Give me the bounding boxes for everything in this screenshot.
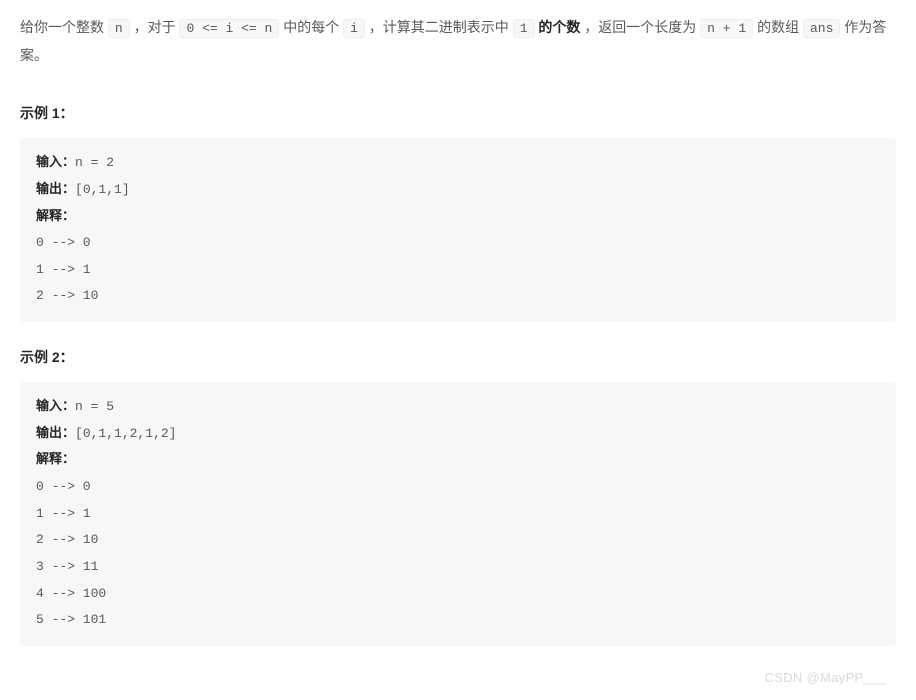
example-2-block: 输入：n = 5 输出：[0,1,1,2,1,2] 解释： 0 --> 0 1 … [20,382,896,646]
statement-text: ，对于 [134,19,180,35]
example-2-output: [0,1,1,2,1,2] [75,426,176,441]
label-input: 输入： [36,399,75,414]
example-1-explain-label: 解释： [36,204,880,231]
inline-code-i: i [343,19,365,38]
statement-text: 给你一个整数 [20,19,108,35]
example-1-input-row: 输入：n = 2 [36,150,880,177]
statement-text: 的数组 [757,19,803,35]
inline-code-n: n [108,19,130,38]
problem-statement: 给你一个整数 n ，对于 0 <= i <= n 中的每个 i ，计算其二进制表… [20,14,896,68]
example-2-input-row: 输入：n = 5 [36,394,880,421]
example-2-explain-label: 解释： [36,447,880,474]
inline-code-range: 0 <= i <= n [179,19,279,38]
inline-code-nplus1: n + 1 [700,19,753,38]
inline-code-one: 1 [513,19,535,38]
watermark: CSDN @MayPP___ [765,670,886,685]
example-2-output-row: 输出：[0,1,1,2,1,2] [36,421,880,448]
label-output: 输出： [36,182,75,197]
example-1-block: 输入：n = 2 输出：[0,1,1] 解释： 0 --> 0 1 --> 1 … [20,138,896,322]
example-1-explain-lines: 0 --> 0 1 --> 1 2 --> 10 [36,230,880,310]
label-explain: 解释： [36,209,75,224]
statement-text: ，返回一个长度为 [584,19,700,35]
statement-text: ，计算其二进制表示中 [369,19,513,35]
statement-text: 中的每个 [283,19,343,35]
example-2-title: 示例 2： [20,347,896,367]
example-1-output-row: 输出：[0,1,1] [36,177,880,204]
statement-bold: 的个数 [538,19,580,35]
inline-code-ans: ans [803,19,840,38]
label-output: 输出： [36,426,75,441]
example-1-title: 示例 1： [20,103,896,123]
example-1-output: [0,1,1] [75,182,130,197]
example-2-input: n = 5 [75,399,114,414]
label-input: 输入： [36,155,75,170]
example-2-explain-lines: 0 --> 0 1 --> 1 2 --> 10 3 --> 11 4 --> … [36,474,880,634]
example-1-input: n = 2 [75,155,114,170]
label-explain: 解释： [36,452,75,467]
